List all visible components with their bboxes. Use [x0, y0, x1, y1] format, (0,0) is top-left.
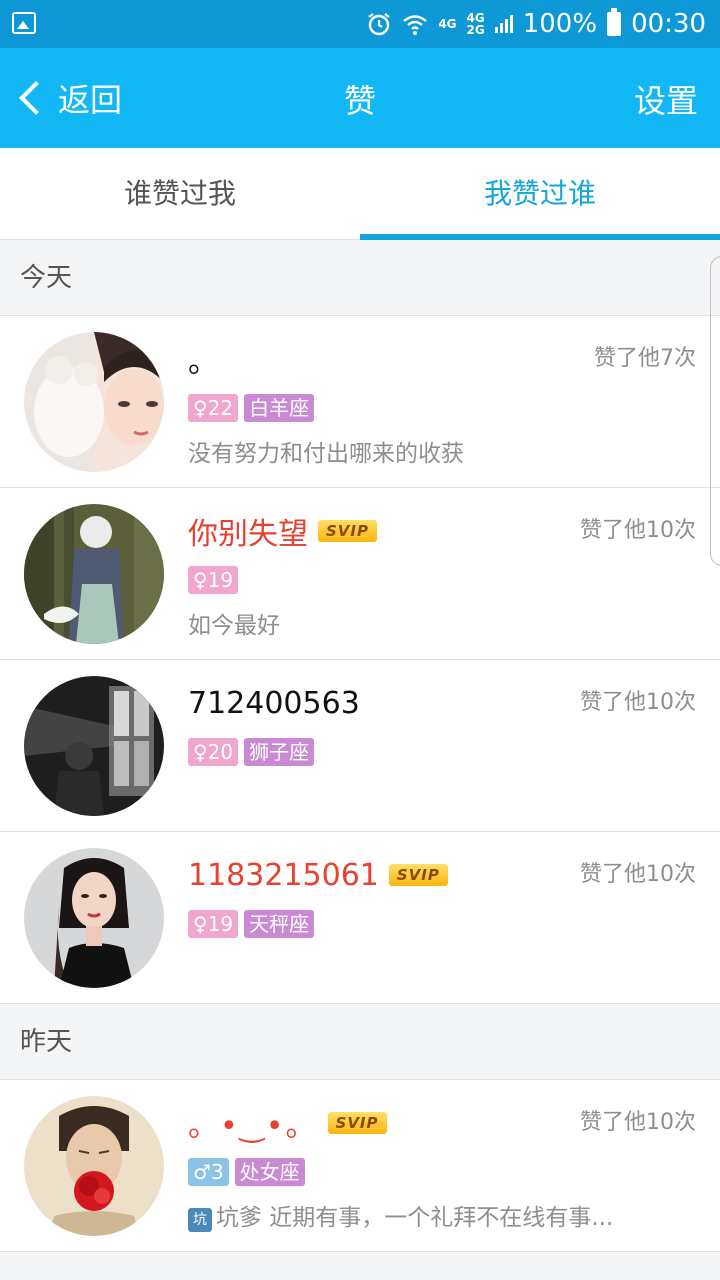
keng-badge-icon: 坑 — [188, 1208, 212, 1232]
name-line: 。 — [188, 336, 218, 382]
nickname[interactable]: 。 — [188, 337, 218, 381]
female-icon: ♀ — [193, 568, 208, 592]
battery-percent: 100% — [522, 9, 598, 39]
signal-icon — [494, 15, 513, 33]
svip-badge: SVIP — [388, 864, 448, 886]
age-value: 20 — [207, 740, 234, 764]
age-value: 22 — [207, 396, 234, 420]
list-item[interactable]: 。 赞了他7次 ♀22 白羊座 没有努力和付出哪来的收获 — [0, 316, 720, 488]
network-4g-label: 4G — [438, 17, 457, 31]
like-count: 赞了他7次 — [594, 346, 696, 371]
list-item[interactable]: 你别失望 SVIP 赞了他10次 ♀19 如今最好 — [0, 488, 720, 660]
alarm-icon — [368, 13, 390, 36]
male-icon: ♂ — [193, 1160, 211, 1184]
zodiac-tag: 狮子座 — [244, 738, 315, 766]
nickname[interactable]: 你别失望 — [188, 509, 308, 553]
like-count: 赞了他10次 — [580, 690, 696, 715]
avatar[interactable] — [24, 1096, 164, 1236]
female-icon: ♀ — [193, 912, 208, 936]
profile-tags: ♂3 处女座 — [188, 1158, 305, 1186]
gender-age-tag: ♀19 — [188, 910, 239, 938]
signature: 坑坑爹 近期有事，一个礼拜不在线有事... — [188, 1198, 688, 1232]
nickname[interactable]: 1183215061 — [188, 858, 379, 893]
gallery-icon — [12, 12, 36, 34]
profile-tags: ♀20 狮子座 — [188, 738, 315, 766]
svip-badge: SVIP — [327, 1112, 387, 1134]
avatar[interactable] — [24, 676, 164, 816]
gender-age-tag: ♀20 — [188, 738, 239, 766]
section-header-yesterday: 昨天 — [0, 1004, 720, 1080]
female-icon: ♀ — [193, 396, 208, 420]
like-count: 赞了他10次 — [580, 862, 696, 887]
battery-icon — [607, 8, 622, 36]
status-bar: 4G 4G 2G 100% 00:30 — [0, 0, 720, 48]
page-title: 赞 — [343, 82, 376, 120]
tab-bar: 谁赞过我 我赞过谁 — [0, 148, 720, 240]
settings-button[interactable]: 设置 — [634, 76, 698, 122]
status-icons: 4G 4G 2G 100% 00:30 — [366, 0, 706, 48]
title-bar: 返回 赞 设置 — [0, 48, 720, 148]
list-item[interactable]: 1183215061 SVIP 赞了他10次 ♀19 天秤座 — [0, 832, 720, 1004]
tab-who-liked-me[interactable]: 谁赞过我 — [0, 148, 360, 240]
tab-who-i-liked[interactable]: 我赞过谁 — [360, 148, 720, 240]
age-value: 19 — [207, 568, 234, 592]
name-line: 。•‿•。 SVIP — [188, 1100, 387, 1146]
signature-text: 坑爹 近期有事，一个礼拜不在线有事... — [216, 1205, 614, 1231]
profile-tags: ♀19 — [188, 566, 239, 594]
svip-badge: SVIP — [318, 520, 377, 542]
signature: 如今最好 — [188, 613, 280, 639]
avatar[interactable] — [24, 332, 164, 472]
zodiac-tag: 白羊座 — [244, 394, 315, 422]
signature: 没有努力和付出哪来的收获 — [188, 441, 464, 467]
like-count: 赞了他10次 — [580, 518, 696, 543]
avatar[interactable] — [24, 848, 164, 988]
nickname[interactable]: 712400563 — [188, 686, 360, 721]
name-line: 712400563 — [188, 680, 360, 726]
clock: 00:30 — [631, 9, 706, 39]
section-header-today: 今天 — [0, 240, 720, 316]
female-icon: ♀ — [193, 740, 208, 764]
profile-tags: ♀19 天秤座 — [188, 910, 315, 938]
age-value: 19 — [207, 912, 234, 936]
wifi-icon — [403, 15, 428, 35]
gender-age-tag: ♀19 — [188, 566, 239, 594]
age-value: 3 — [210, 1160, 224, 1184]
gender-age-tag: ♂3 — [188, 1158, 229, 1186]
name-line: 1183215061 SVIP — [188, 852, 448, 898]
zodiac-tag: 天秤座 — [244, 910, 315, 938]
network-dual-label: 4G 2G — [466, 11, 485, 37]
name-line: 你别失望 SVIP — [188, 508, 377, 554]
like-count: 赞了他10次 — [580, 1110, 696, 1135]
list-item[interactable]: 。•‿•。 SVIP 赞了他10次 ♂3 处女座 坑坑爹 近期有事，一个礼拜不在… — [0, 1080, 720, 1252]
nickname[interactable]: 。•‿•。 — [188, 1101, 318, 1145]
zodiac-tag: 处女座 — [234, 1158, 305, 1186]
gender-age-tag: ♀22 — [188, 394, 239, 422]
list-item[interactable]: 712400563 赞了他10次 ♀20 狮子座 — [0, 660, 720, 832]
profile-tags: ♀22 白羊座 — [188, 394, 315, 422]
avatar[interactable] — [24, 504, 164, 644]
edge-scroll-indicator — [710, 256, 720, 566]
